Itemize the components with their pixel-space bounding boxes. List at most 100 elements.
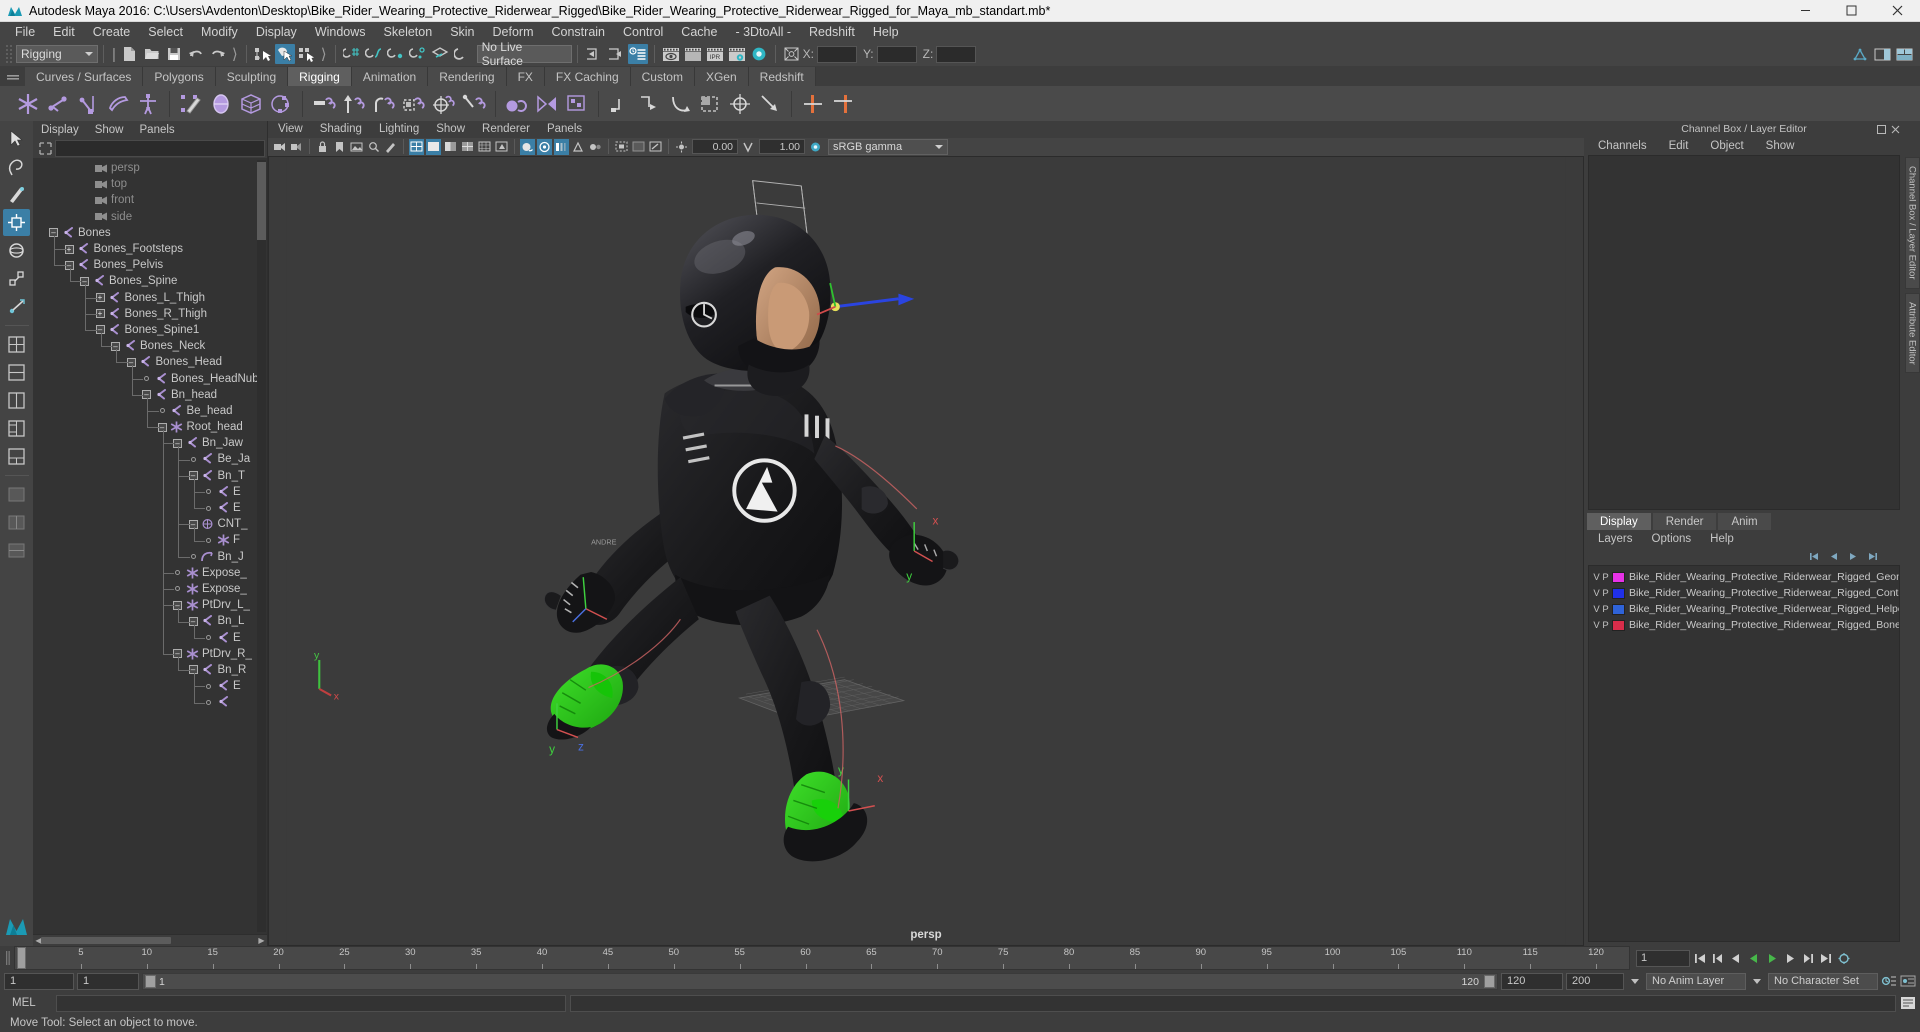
camera-attributes-icon[interactable] xyxy=(289,139,304,155)
time-slider-track[interactable]: 5 10 15 20 25 30 35 40 45 50 55 60 65 70 75 80 85 90 95 100… xyxy=(14,946,1630,970)
rotate-tool-button[interactable] xyxy=(3,237,30,264)
center-pivot-button[interactable] xyxy=(726,89,754,119)
script-editor-button[interactable] xyxy=(1900,995,1916,1012)
menu-item-modify[interactable]: Modify xyxy=(192,22,247,42)
set-preferred-angle-button[interactable] xyxy=(563,89,591,119)
range-slider-right-handle[interactable] xyxy=(1484,974,1495,988)
lock-camera-icon[interactable] xyxy=(315,139,330,155)
xray-joints-icon[interactable] xyxy=(648,139,663,155)
menu-item-display[interactable]: Display xyxy=(247,22,306,42)
display-layer-list[interactable]: V P Bike_Rider_Wearing_Protective_Riderwea… xyxy=(1588,565,1900,942)
layer-playback-toggle[interactable]: P xyxy=(1601,620,1610,631)
ipr-render-button[interactable]: IPR xyxy=(705,44,725,64)
create-ik-handle-button[interactable] xyxy=(44,89,72,119)
outliner-vertical-scroll-thumb[interactable] xyxy=(257,162,266,240)
pole-vector-constraint-button[interactable] xyxy=(460,89,488,119)
outliner-row[interactable]: E xyxy=(33,629,267,645)
play-forwards-button[interactable] xyxy=(1764,950,1780,967)
3d-viewport[interactable]: y x ANDRE y x y z y x persp xyxy=(268,156,1584,946)
x-input-field[interactable] xyxy=(816,45,857,63)
texture-display-icon[interactable] xyxy=(477,139,492,155)
outliner-row[interactable]: – Bones_Head xyxy=(33,354,267,370)
outliner-row[interactable]: F xyxy=(33,532,267,548)
make-live-button[interactable] xyxy=(452,44,472,64)
shelf-tab-sculpting[interactable]: Sculpting xyxy=(215,67,289,86)
orient-constraint-button[interactable] xyxy=(370,89,398,119)
depth-of-field-icon[interactable] xyxy=(588,139,603,155)
shelf-tab-rigging[interactable]: Rigging xyxy=(288,67,352,86)
open-render-view-right-button[interactable] xyxy=(606,44,626,64)
redo-render-button[interactable] xyxy=(683,44,703,64)
outliner-row[interactable]: – Bones xyxy=(33,225,267,241)
layer-menu-layers[interactable]: Layers xyxy=(1598,533,1633,545)
collapse-toggle[interactable]: – xyxy=(64,260,74,270)
live-surface-field[interactable]: No Live Surface xyxy=(476,40,572,68)
menu-item-help[interactable]: Help xyxy=(864,22,908,42)
attribute-editor-toggle-button[interactable] xyxy=(627,44,648,64)
collapse-toggle[interactable]: – xyxy=(49,228,58,238)
select-object-button[interactable] xyxy=(274,44,295,64)
channelbox-menu-show[interactable]: Show xyxy=(1766,140,1795,152)
render-current-frame-button[interactable] xyxy=(661,44,681,64)
mel-command-input[interactable] xyxy=(56,994,566,1012)
move-layer-up-icon[interactable] xyxy=(1808,550,1821,563)
menu-item-select[interactable]: Select xyxy=(139,22,192,42)
y-input-field[interactable] xyxy=(876,45,917,63)
layer-menu-options[interactable]: Options xyxy=(1652,533,1692,545)
outliner-row[interactable]: E xyxy=(33,484,267,500)
outliner-row[interactable]: Bones_HeadNub xyxy=(33,370,267,386)
range-slider-left-handle[interactable] xyxy=(145,974,156,988)
shelf-tab-curves-surfaces[interactable]: Curves / Surfaces xyxy=(25,67,144,86)
new-layer-from-selected-icon[interactable] xyxy=(1865,550,1878,563)
color-management-icon[interactable] xyxy=(808,139,823,155)
viewport-menu-lighting[interactable]: Lighting xyxy=(379,123,419,135)
z-input-field[interactable] xyxy=(936,45,977,63)
create-joint-button[interactable] xyxy=(14,89,42,119)
transform-field-mode-icon[interactable] xyxy=(782,44,802,64)
tab-display-layers[interactable]: Display xyxy=(1587,513,1651,530)
render-settings-button[interactable] xyxy=(727,44,747,64)
mirror-joint-button[interactable] xyxy=(533,89,561,119)
outliner-menu-panels[interactable]: Panels xyxy=(140,124,183,136)
set-pivot-button[interactable] xyxy=(636,89,664,119)
outliner-row[interactable]: Be_Ja xyxy=(33,451,267,467)
menu-item-skin[interactable]: Skin xyxy=(441,22,483,42)
outliner-row[interactable]: – CNT_ xyxy=(33,516,267,532)
snap-to-view-plane-button[interactable] xyxy=(430,44,450,64)
collapse-toggle[interactable]: – xyxy=(173,600,182,610)
image-plane-icon[interactable] xyxy=(349,139,364,155)
toggle-selection-handles-button[interactable] xyxy=(829,89,857,119)
animation-preferences-icon[interactable] xyxy=(1900,973,1916,990)
outliner-row[interactable]: Expose_ xyxy=(33,565,267,581)
layer-color-swatch[interactable] xyxy=(1612,603,1625,615)
dock-close-icon[interactable] xyxy=(1891,125,1900,134)
outliner-filter-icon[interactable] xyxy=(35,139,55,157)
layer-visibility-toggle[interactable]: V xyxy=(1592,588,1601,599)
aim-constraint-button[interactable] xyxy=(430,89,458,119)
layer-visibility-toggle[interactable]: V xyxy=(1592,620,1601,631)
range-slider-dropdown-icon[interactable] xyxy=(1627,973,1643,990)
outliner-row[interactable]: – Bn_L xyxy=(33,613,267,629)
collapse-toggle[interactable]: – xyxy=(173,649,182,659)
insert-joint-button[interactable] xyxy=(104,89,132,119)
menu-item-windows[interactable]: Windows xyxy=(306,22,375,42)
display-layer-row[interactable]: V P Bike_Rider_Wearing_Protective_Riderwea… xyxy=(1589,569,1899,585)
create-lattice-button[interactable] xyxy=(207,89,235,119)
outliner-row[interactable] xyxy=(33,694,267,710)
lasso-tool-button[interactable] xyxy=(3,153,30,180)
show-hide-channel-box-button[interactable] xyxy=(1894,44,1914,64)
character-set-selector[interactable]: No Character Set xyxy=(1768,972,1878,990)
current-frame-field[interactable]: 1 xyxy=(1636,949,1690,967)
channelbox-menu-edit[interactable]: Edit xyxy=(1669,140,1689,152)
open-scene-button[interactable] xyxy=(142,44,162,64)
outliner-vertical-scrollbar[interactable] xyxy=(257,160,266,932)
two-d-pan-zoom-icon[interactable] xyxy=(366,139,381,155)
display-layer-row[interactable]: V P Bike_Rider_Wearing_Protective_Riderwea… xyxy=(1589,617,1899,633)
collapse-toggle[interactable]: – xyxy=(188,616,198,626)
layer-color-swatch[interactable] xyxy=(1612,619,1625,631)
shelf-tab-rendering[interactable]: Rendering xyxy=(428,67,507,86)
save-scene-button[interactable] xyxy=(164,44,184,64)
scroll-right-icon[interactable]: ▶ xyxy=(256,935,267,946)
isolate-select-icon[interactable] xyxy=(614,139,629,155)
step-back-key-button[interactable] xyxy=(1710,950,1726,967)
